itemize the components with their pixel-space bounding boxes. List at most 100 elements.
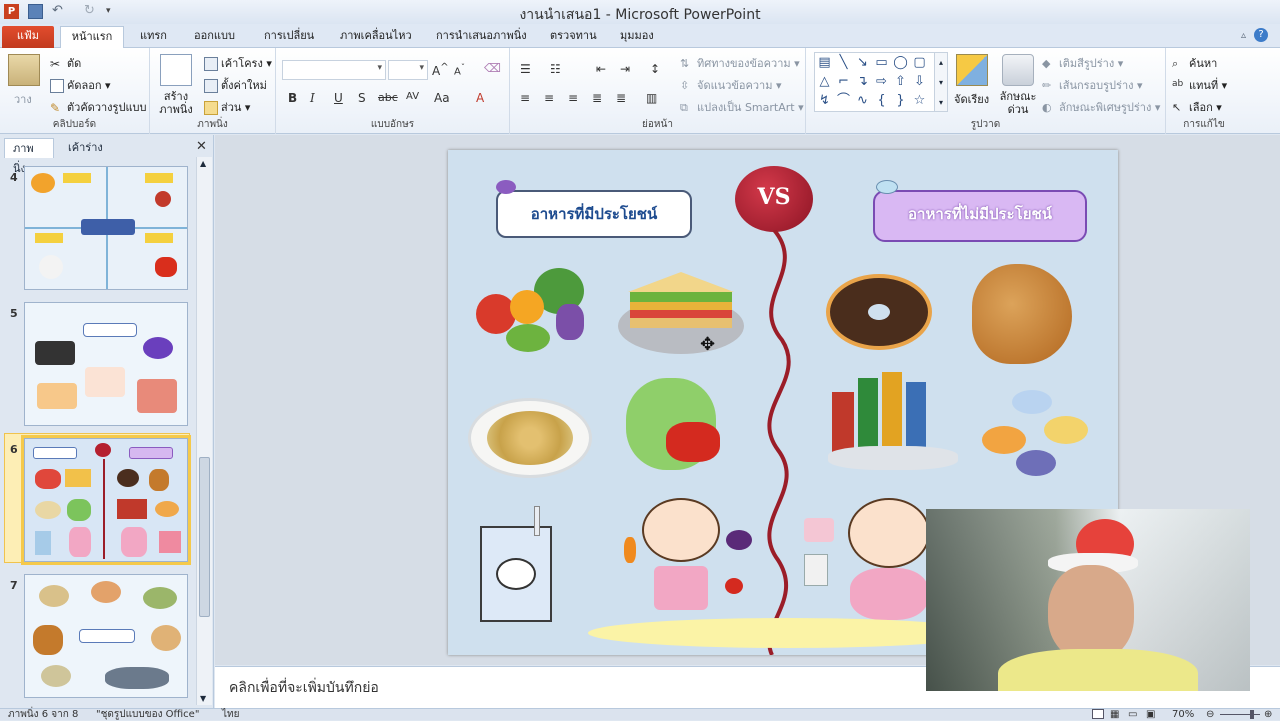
curved-connector-icon[interactable]: ↴ xyxy=(853,72,872,91)
arrow-shape-icon[interactable]: ↘ xyxy=(853,53,872,72)
tab-slideshow[interactable]: การนำเสนอภาพนิ่ง xyxy=(428,26,535,48)
arrange-icon[interactable] xyxy=(956,54,988,86)
zoom-in-icon[interactable]: ⊕ xyxy=(1264,709,1272,721)
tab-slides-panel[interactable]: ภาพนิ่ง xyxy=(4,138,54,175)
layout-button[interactable]: เค้าโครง ▾ xyxy=(204,54,272,72)
italic-icon[interactable]: I xyxy=(310,91,315,105)
line-spacing-icon[interactable]: ↕ xyxy=(650,62,660,76)
arrange-button[interactable]: จัดเรียง xyxy=(954,90,989,108)
panel-scrollbar[interactable]: ▲ ▼ xyxy=(196,157,212,705)
elbow-connector-icon[interactable]: ⌐ xyxy=(834,72,853,91)
right-brace-icon[interactable]: } xyxy=(891,91,910,110)
slide-thumbnail-7[interactable] xyxy=(24,574,188,698)
bold-icon[interactable]: B xyxy=(288,91,297,105)
zoom-slider-thumb[interactable] xyxy=(1250,710,1254,719)
smartart-button[interactable]: ⧉ แปลงเป็น SmartArt ▾ xyxy=(680,98,804,116)
zoom-level[interactable]: 70% xyxy=(1172,709,1194,721)
vegetables-image[interactable] xyxy=(620,378,740,478)
freeform-icon[interactable]: ↯ xyxy=(815,91,834,110)
scroll-thumb[interactable] xyxy=(199,457,210,617)
milk-carton-image[interactable] xyxy=(480,506,552,622)
slide-thumbnail-6[interactable] xyxy=(21,435,191,565)
language-indicator[interactable]: ไทย xyxy=(222,709,239,721)
shape-fill-button[interactable]: ◆ เติมสีรูปร่าง ▾ xyxy=(1042,54,1123,72)
strikethrough-icon[interactable]: abc xyxy=(378,91,398,104)
line-shape-icon[interactable]: ╲ xyxy=(834,53,853,72)
font-color-icon[interactable]: A xyxy=(476,91,484,105)
curve-icon[interactable]: ∿ xyxy=(853,91,872,110)
align-left-icon[interactable]: ≡ xyxy=(520,91,530,105)
slide-thumbnail-5[interactable] xyxy=(24,302,188,426)
tab-file[interactable]: แฟ้ม xyxy=(2,26,54,48)
donut-image[interactable] xyxy=(826,274,932,350)
shapes-gallery[interactable]: ▤ ╲ ↘ ▭ ◯ ▢ △ ⌐ ↴ ⇨ ⇧ ⇩ ↯ ⌒ ∿{} ☆ xyxy=(814,52,946,112)
tab-animations[interactable]: ภาพเคลื่อนไหว xyxy=(332,26,420,48)
zoom-out-icon[interactable]: ⊖ xyxy=(1206,709,1214,721)
normal-view-icon[interactable] xyxy=(1092,709,1104,719)
arc-icon[interactable]: ⌒ xyxy=(834,91,853,110)
candies-image[interactable] xyxy=(982,390,1096,480)
triangle-shape-icon[interactable]: △ xyxy=(815,72,834,91)
clear-formatting-icon[interactable]: ⌫ xyxy=(484,61,501,75)
tab-insert[interactable]: แทรก xyxy=(132,26,175,48)
select-button[interactable]: ↖ เลือก ▾ xyxy=(1172,98,1222,116)
tab-outline-panel[interactable]: เค้าร่าง xyxy=(60,138,111,158)
align-right-icon[interactable]: ≡ xyxy=(568,91,578,105)
align-text-button[interactable]: ⇳ จัดแนวข้อความ ▾ xyxy=(680,76,782,94)
fried-rice-image[interactable] xyxy=(468,398,592,478)
sandwich-image[interactable] xyxy=(618,268,744,354)
star-shape-icon[interactable]: ☆ xyxy=(910,91,929,110)
oval-shape-icon[interactable]: ◯ xyxy=(891,53,910,72)
up-arrow-shape-icon[interactable]: ⇧ xyxy=(891,72,910,91)
justify-icon[interactable]: ≣ xyxy=(592,91,602,105)
format-painter-button[interactable]: ✎ ตัวคัดวางรูปแบบ xyxy=(50,98,147,116)
scroll-down-icon[interactable]: ▼ xyxy=(200,694,206,703)
right-arrow-shape-icon[interactable]: ⇨ xyxy=(872,72,891,91)
paste-button[interactable]: วาง xyxy=(14,90,32,108)
fruits-image[interactable] xyxy=(476,268,586,356)
find-button[interactable]: ⌕ ค้นหา xyxy=(1172,54,1217,72)
vs-badge[interactable]: VS xyxy=(735,166,813,232)
fried-chicken-image[interactable] xyxy=(972,264,1072,364)
paste-icon[interactable] xyxy=(8,54,40,86)
slim-girl-image[interactable] xyxy=(626,490,736,640)
rectangle-shape-icon[interactable]: ▭ xyxy=(872,53,891,72)
reading-view-icon[interactable]: ▭ xyxy=(1128,709,1137,721)
quick-styles-button[interactable]: ลักษณะ ด่วน xyxy=(996,90,1040,116)
help-icon[interactable]: ? xyxy=(1254,28,1268,42)
align-center-icon[interactable]: ≡ xyxy=(544,91,554,105)
shape-effects-button[interactable]: ◐ ลักษณะพิเศษรูปร่าง ▾ xyxy=(1042,98,1160,116)
unhealthy-food-label[interactable]: อาหารที่ไม่มีประโยชน์ xyxy=(873,190,1087,242)
shadow-icon[interactable]: S xyxy=(358,91,366,105)
font-size-combo[interactable]: ▾ xyxy=(388,60,428,80)
tab-view[interactable]: มุมมอง xyxy=(612,26,662,48)
text-direction-button[interactable]: ⇅ ทิศทางของข้อความ ▾ xyxy=(680,54,800,72)
columns-icon[interactable]: ▥ xyxy=(646,91,657,105)
down-arrow-shape-icon[interactable]: ⇩ xyxy=(910,72,929,91)
tab-home[interactable]: หน้าแรก xyxy=(60,26,124,48)
minimize-ribbon-icon[interactable]: ▵ xyxy=(1241,30,1246,41)
section-button[interactable]: ส่วน ▾ xyxy=(204,98,250,116)
scroll-up-icon[interactable]: ▲ xyxy=(200,159,206,168)
replace-button[interactable]: ab แทนที่ ▾ xyxy=(1172,76,1227,94)
quick-styles-icon[interactable] xyxy=(1002,54,1034,86)
numbering-icon[interactable]: ☷ xyxy=(550,62,561,76)
bullets-icon[interactable]: ☰ xyxy=(520,62,531,76)
rounded-rect-shape-icon[interactable]: ▢ xyxy=(910,53,929,72)
slide-sorter-icon[interactable]: ▦ xyxy=(1110,709,1119,721)
zoom-slider[interactable] xyxy=(1220,714,1260,715)
new-slide-button[interactable]: สร้าง ภาพนิ่ง xyxy=(154,90,198,116)
distributed-icon[interactable]: ≣ xyxy=(616,91,626,105)
slideshow-icon[interactable]: ▣ xyxy=(1146,709,1155,721)
notes-placeholder[interactable]: คลิกเพื่อที่จะเพิ่มบันทึกย่อ xyxy=(229,677,379,699)
left-brace-icon[interactable]: { xyxy=(872,91,891,110)
tab-transitions[interactable]: การเปลี่ยน xyxy=(256,26,322,48)
font-name-combo[interactable]: ▾ xyxy=(282,60,386,80)
close-panel-icon[interactable]: ✕ xyxy=(196,139,207,154)
tab-review[interactable]: ตรวจทาน xyxy=(542,26,605,48)
copy-button[interactable]: คัดลอก ▾ xyxy=(50,76,111,94)
shrink-font-icon[interactable]: Aˇ xyxy=(454,62,465,77)
shapes-scroll-icon[interactable]: ▴ ▾ ▾ xyxy=(934,52,948,112)
decrease-indent-icon[interactable]: ⇤ xyxy=(596,62,606,76)
change-case-icon[interactable]: Aa xyxy=(434,91,450,105)
